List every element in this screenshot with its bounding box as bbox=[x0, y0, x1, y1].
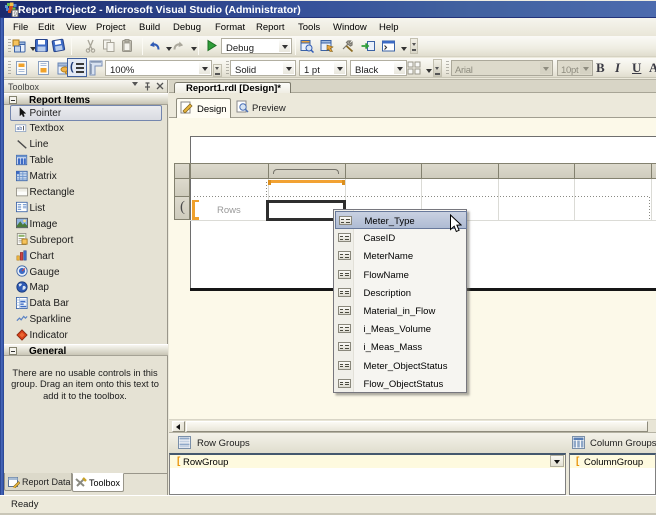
svg-text:ab: ab bbox=[16, 126, 22, 132]
